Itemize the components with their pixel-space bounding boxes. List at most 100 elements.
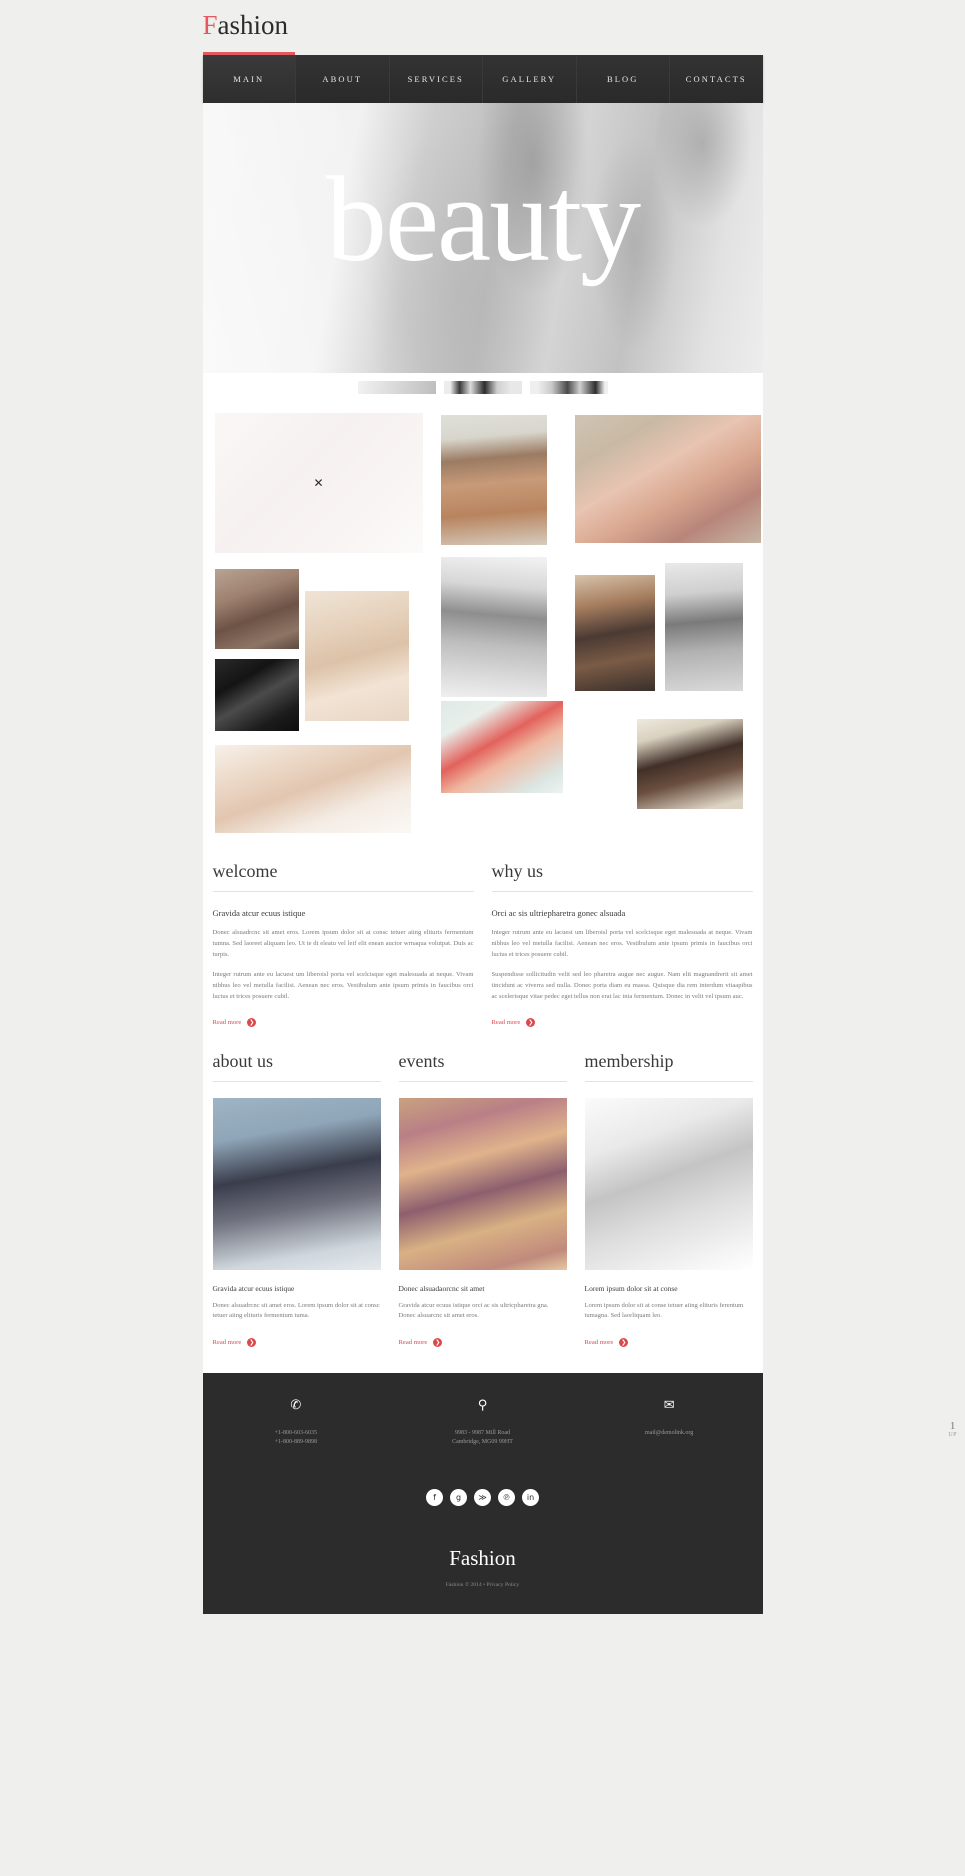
read-more-label: Read more (398, 1339, 428, 1346)
address-line-2: Cambridge, MG09 99HT (452, 1439, 513, 1445)
arrow-circle-icon: ❯ (619, 1338, 629, 1347)
why-us-section: why us Orci ac sis ultriepharetra gonec … (491, 861, 753, 1029)
phone-line-1[interactable]: +1-800-603-6035 (203, 1429, 390, 1438)
membership-image[interactable] (584, 1098, 753, 1270)
site-logo[interactable]: Fashion (203, 0, 763, 39)
rss-icon[interactable]: ≫ (474, 1489, 491, 1506)
why-us-subtitle: Orci ac sis ultriepharetra gonec alsuada (491, 908, 626, 918)
slider-thumb-1[interactable] (357, 381, 436, 394)
membership-title: membership (584, 1051, 753, 1082)
facebook-icon[interactable]: f (426, 1489, 443, 1506)
nav-item-blog[interactable]: BLOG (576, 55, 670, 103)
nav-label: CONTACTS (685, 74, 747, 84)
gallery-item-curly-man[interactable] (636, 719, 743, 809)
thumb-preview (357, 381, 436, 394)
gallery-item-blonde-woman[interactable] (304, 591, 409, 721)
gallery-item-red-dress-heels[interactable] (440, 701, 563, 793)
side-badge-number: 1 (949, 1420, 956, 1432)
gallery-item-body-white[interactable] (214, 745, 411, 833)
main-navigation: MAIN ABOUT SERVICES GALLERY BLOG CONTACT… (202, 52, 763, 103)
nav-label: GALLERY (502, 74, 557, 84)
nav-item-services[interactable]: SERVICES (389, 55, 483, 103)
thumb-preview (529, 381, 608, 394)
pinterest-icon[interactable]: ℗ (498, 1489, 515, 1506)
gallery-item-bw-profile[interactable] (214, 659, 299, 731)
arrow-circle-icon: ❯ (247, 1018, 257, 1027)
nav-item-about[interactable]: ABOUT (296, 55, 390, 103)
column-membership: membership Lorem ipsum dolor sit at cons… (584, 1051, 753, 1349)
nav-item-gallery[interactable]: GALLERY (483, 55, 577, 103)
nav-label: SERVICES (407, 74, 464, 84)
welcome-paragraph-2: Integer rutrum ante eu lacuest um libero… (212, 971, 474, 1000)
footer-copyright[interactable]: Fashion © 2014 • Privacy Policy (203, 1582, 763, 1588)
welcome-read-more-link[interactable]: Read more ❯ (213, 1018, 257, 1027)
gallery-item-brunette-dress[interactable] (574, 575, 655, 691)
slider-thumbnails (202, 373, 763, 395)
location-pin-icon: ⚲ (477, 1398, 488, 1413)
nav-label: BLOG (606, 74, 639, 84)
why-us-paragraph-2: Suspendisse sollicitudin velit sed leo p… (491, 971, 753, 1000)
why-us-title: why us (491, 861, 753, 892)
membership-read-more-link[interactable]: Read more ❯ (585, 1338, 629, 1347)
events-subtitle: Donec alsuadaorcnc sit amet (398, 1284, 485, 1293)
address-line-1: 9983 - 9987 Mill Road (455, 1430, 510, 1436)
email-address[interactable]: mail@demolink.org (576, 1429, 763, 1438)
column-about-us: about us Gravida atcur ecuus istique Don… (212, 1051, 381, 1349)
side-badge-unit: UP (948, 1432, 957, 1439)
gallery-item-hooded-man[interactable] (440, 415, 547, 545)
linkedin-icon[interactable]: in (522, 1489, 539, 1506)
welcome-subtitle: Gravida atcur ecuus istique (212, 908, 306, 918)
gallery-item-earrings-woman[interactable] (574, 415, 761, 543)
about-us-image[interactable] (212, 1098, 381, 1270)
hero-slider[interactable]: beauty (202, 103, 763, 373)
events-title: events (398, 1051, 567, 1082)
gallery-grid: ✕ (203, 405, 763, 845)
feature-columns: about us Gravida atcur ecuus istique Don… (203, 1029, 763, 1373)
site-footer: ✆ +1-800-603-6035 +1-800-889-9898 ⚲ 9983… (202, 1373, 763, 1614)
nav-label: MAIN (233, 74, 265, 84)
events-read-more-link[interactable]: Read more ❯ (399, 1338, 443, 1347)
gallery-item-long-hair-bw[interactable] (440, 557, 547, 697)
nav-item-main[interactable]: MAIN (202, 52, 296, 103)
membership-subtitle: Lorem ipsum dolor sit at conse (584, 1284, 678, 1293)
slider-thumb-2[interactable] (443, 381, 522, 394)
social-links: f g ≫ ℗ in (203, 1489, 763, 1506)
read-more-label: Read more (584, 1339, 614, 1346)
arrow-circle-icon: ❯ (433, 1338, 443, 1347)
footer-contacts: ✆ +1-800-603-6035 +1-800-889-9898 ⚲ 9983… (203, 1399, 763, 1447)
phone-line-2[interactable]: +1-800-889-9898 (203, 1438, 390, 1447)
gallery-item-bride[interactable]: ✕ (214, 413, 423, 553)
gallery-item-portrait-woman[interactable] (214, 569, 299, 649)
nav-item-contacts[interactable]: CONTACTS (670, 55, 763, 103)
arrow-circle-icon: ❯ (526, 1018, 536, 1027)
phone-icon: ✆ (290, 1398, 302, 1413)
read-more-label: Read more (212, 1339, 242, 1346)
about-us-text: Donec alsuadrcnc sit amet eros. Lorem ip… (212, 1302, 380, 1319)
nav-label: ABOUT (322, 74, 363, 84)
hero-caption: beauty (325, 152, 641, 287)
gallery-item-dancer-bw[interactable] (664, 563, 743, 691)
slider-thumb-3[interactable] (529, 381, 608, 394)
thumb-preview (443, 381, 522, 394)
envelope-icon: ✉ (663, 1398, 675, 1413)
about-us-read-more-link[interactable]: Read more ❯ (213, 1338, 257, 1347)
about-us-subtitle: Gravida atcur ecuus istique (212, 1284, 295, 1293)
footer-logo[interactable]: Fashion (203, 1546, 763, 1571)
read-more-label: Read more (212, 1019, 242, 1026)
logo-rest: ashion (217, 10, 289, 40)
site-header: Fashion (202, 0, 763, 55)
side-badge: 1 UP (948, 1420, 957, 1439)
footer-phone-block: ✆ +1-800-603-6035 +1-800-889-9898 (203, 1399, 390, 1447)
logo-accent-letter: F (202, 10, 218, 40)
footer-address-block: ⚲ 9983 - 9987 Mill Road Cambridge, MG09 … (389, 1399, 576, 1447)
events-image[interactable] (398, 1098, 567, 1270)
main-content: ✕ welcome Gravida atcur ecuus istique Do… (202, 395, 763, 1373)
google-plus-icon[interactable]: g (450, 1489, 467, 1506)
close-icon[interactable]: ✕ (313, 476, 323, 490)
why-us-read-more-link[interactable]: Read more ❯ (492, 1018, 536, 1027)
about-us-title: about us (212, 1051, 381, 1082)
intro-sections: welcome Gravida atcur ecuus istique Done… (203, 845, 763, 1029)
welcome-title: welcome (212, 861, 474, 892)
events-text: Gravida atcur ecuus istique orci ac sis … (398, 1302, 549, 1319)
page-root: Fashion MAIN ABOUT SERVICES GALLERY BLOG… (0, 0, 965, 1876)
